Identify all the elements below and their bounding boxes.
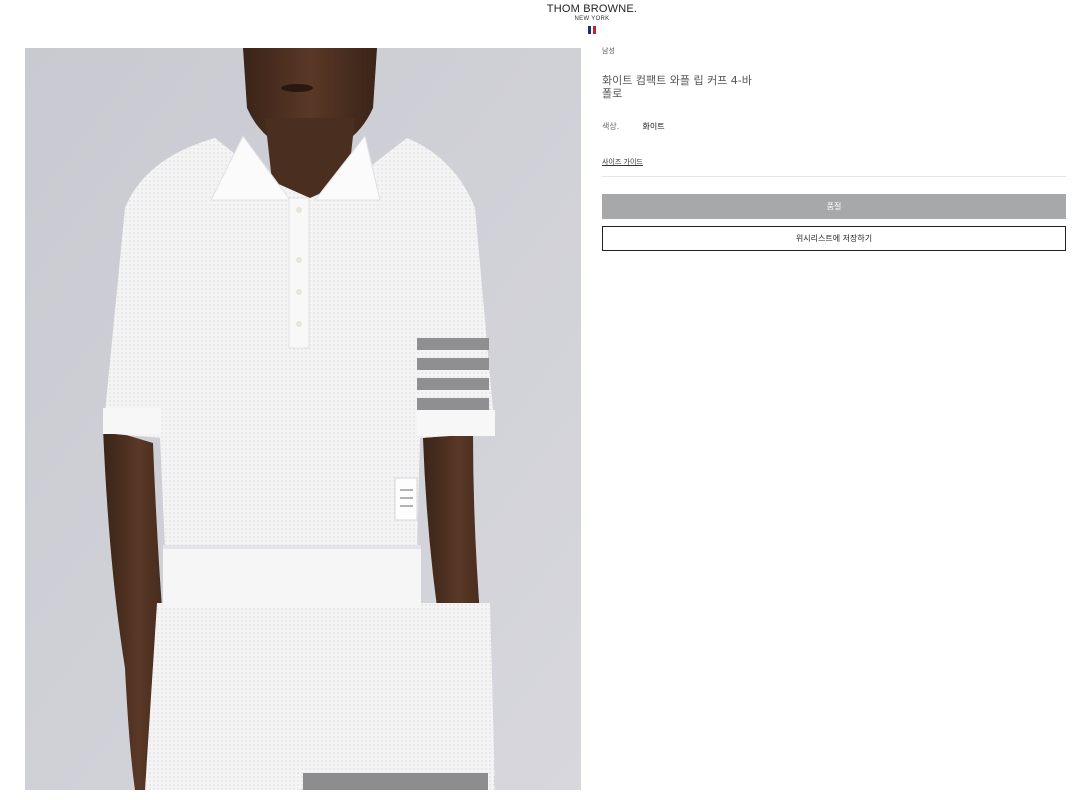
site-header: THOM BROWNE. NEW YORK xyxy=(0,0,1080,44)
brand-city: NEW YORK xyxy=(574,16,610,22)
tricolor-flag-icon xyxy=(588,26,597,34)
size-guide-link[interactable]: 사이즈 가이드 xyxy=(602,157,643,167)
polo-shirt-photo xyxy=(25,48,581,790)
save-to-wishlist-button[interactable]: 위시리스트에 저장하기 xyxy=(602,226,1066,251)
product-image[interactable] xyxy=(25,48,581,790)
color-row: 색상. 화이트 xyxy=(602,121,665,132)
brand-name: THOM BROWNE. xyxy=(546,3,638,15)
soldout-button[interactable]: 품절 xyxy=(602,194,1066,219)
product-title: 화이트 컴팩트 와플 립 커프 4-바 폴로 xyxy=(602,74,752,100)
divider xyxy=(602,176,1066,177)
color-label: 색상. xyxy=(602,122,620,131)
product-gender: 남성 xyxy=(602,47,615,55)
brand-logo[interactable]: THOM BROWNE. NEW YORK xyxy=(542,3,642,23)
color-value: 화이트 xyxy=(642,122,665,131)
